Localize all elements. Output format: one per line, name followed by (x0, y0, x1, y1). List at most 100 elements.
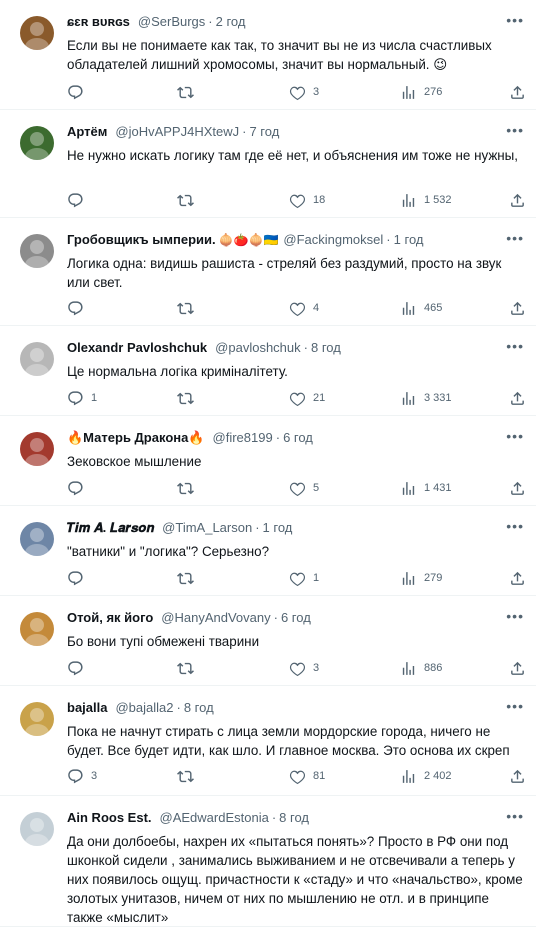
avatar[interactable] (20, 126, 54, 160)
heart-icon (289, 390, 306, 407)
user-handle[interactable]: @SerBurgs (138, 13, 205, 31)
like-button[interactable]: 5 (289, 480, 319, 497)
reply-button[interactable] (67, 480, 91, 497)
retweet-button[interactable] (177, 660, 201, 677)
tweet[interactable]: Отой, як його @HanyAndVovany · 6 год ••• Бо в… (0, 596, 536, 686)
user-handle[interactable]: @Fackingmoksel (283, 231, 383, 249)
more-icon[interactable]: ••• (506, 518, 524, 534)
reply-button[interactable] (67, 192, 91, 209)
timestamp[interactable]: 1 год (394, 231, 424, 249)
views-button[interactable]: 2 402 (400, 768, 452, 785)
like-button[interactable]: 21 (289, 390, 325, 407)
user-handle[interactable]: @TimA_Larson (162, 519, 252, 537)
timestamp[interactable]: 1 год (263, 519, 293, 537)
like-button[interactable]: 3 (289, 84, 319, 101)
display-name[interactable]: Артём (67, 123, 107, 141)
tweet[interactable]: 𝑻𝒊𝒎 𝑨. 𝑳𝒂𝒓𝒔𝒐𝒏 @TimA_Larson · 1 год ••• "ватни… (0, 506, 536, 596)
more-icon[interactable]: ••• (506, 122, 524, 138)
reply-button[interactable]: 3 (67, 768, 97, 785)
user-handle[interactable]: @AEdwardEstonia (160, 809, 269, 827)
display-name[interactable]: Отой, як його (67, 609, 153, 627)
retweet-button[interactable] (177, 192, 201, 209)
views-button[interactable]: 465 (400, 300, 442, 317)
tweet[interactable]: ɕɛʀ ʙᴜʀɢs @SerBurgs · 2 год ••• Если вы не по… (0, 0, 536, 110)
views-button[interactable]: 276 (400, 84, 442, 101)
more-icon[interactable]: ••• (506, 12, 524, 28)
more-icon[interactable]: ••• (506, 698, 524, 714)
retweet-button[interactable] (177, 300, 201, 317)
display-name[interactable]: Olexandr Pavloshchuk (67, 339, 207, 357)
retweet-button[interactable] (177, 768, 201, 785)
display-name[interactable]: 𝑻𝒊𝒎 𝑨. 𝑳𝒂𝒓𝒔𝒐𝒏 (67, 519, 154, 537)
share-icon (509, 660, 526, 677)
avatar[interactable] (20, 612, 54, 646)
retweet-button[interactable] (177, 570, 201, 587)
share-button[interactable] (509, 390, 526, 407)
user-handle[interactable]: @fire8199 (213, 429, 273, 447)
like-button[interactable]: 18 (289, 192, 325, 209)
tweet[interactable]: bajalla @bajalla2 · 8 год ••• Пока не начнут … (0, 686, 536, 796)
views-button[interactable]: 1 532 (400, 192, 452, 209)
reply-icon (67, 570, 84, 587)
tweet[interactable]: Артём @joHvAPPJ4HXtewJ · 7 год ••• Не нужно и… (0, 110, 536, 218)
tweet-text: Да они долбоебы, нахрен их «пытаться пон… (67, 834, 523, 925)
retweet-button[interactable] (177, 390, 201, 407)
retweet-button[interactable] (177, 480, 201, 497)
tweet[interactable]: Olexandr Pavloshchuk @pavloshchuk · 8 год ••… (0, 326, 536, 416)
avatar[interactable] (20, 234, 54, 268)
timestamp[interactable]: 7 год (249, 123, 279, 141)
retweet-icon (177, 84, 194, 101)
display-name[interactable]: ɕɛʀ ʙᴜʀɢs (67, 13, 130, 31)
retweet-button[interactable] (177, 84, 201, 101)
reply-button[interactable] (67, 300, 91, 317)
display-name[interactable]: 🔥Матерь Дракона🔥 (67, 429, 205, 447)
more-icon[interactable]: ••• (506, 230, 524, 246)
like-button[interactable]: 1 (289, 570, 319, 587)
like-button[interactable]: 4 (289, 300, 319, 317)
like-button[interactable]: 81 (289, 768, 325, 785)
timestamp[interactable]: 8 год (279, 809, 309, 827)
user-handle[interactable]: @joHvAPPJ4HXtewJ (115, 123, 239, 141)
avatar[interactable] (20, 16, 54, 50)
user-handle[interactable]: @bajalla2 (115, 699, 173, 717)
share-button[interactable] (509, 660, 526, 677)
share-button[interactable] (509, 768, 526, 785)
views-button[interactable]: 886 (400, 660, 442, 677)
more-icon[interactable]: ••• (506, 338, 524, 354)
avatar[interactable] (20, 522, 54, 556)
share-button[interactable] (509, 570, 526, 587)
views-button[interactable]: 1 431 (400, 480, 452, 497)
avatar[interactable] (20, 812, 54, 846)
tweet[interactable]: Гробовщикъ ымперии. 🧅🍅🧅🇺🇦 @Fackingmoksel · 1… (0, 218, 536, 326)
timestamp[interactable]: 2 год (216, 13, 246, 31)
share-button[interactable] (509, 300, 526, 317)
views-icon (400, 480, 417, 497)
timestamp[interactable]: 6 год (281, 609, 311, 627)
reply-button[interactable] (67, 570, 91, 587)
more-icon[interactable]: ••• (506, 608, 524, 624)
share-button[interactable] (509, 84, 526, 101)
user-handle[interactable]: @pavloshchuk (215, 339, 300, 357)
avatar[interactable] (20, 432, 54, 466)
timestamp[interactable]: 8 год (184, 699, 214, 717)
avatar[interactable] (20, 342, 54, 376)
like-button[interactable]: 3 (289, 660, 319, 677)
views-button[interactable]: 279 (400, 570, 442, 587)
more-icon[interactable]: ••• (506, 808, 524, 824)
views-button[interactable]: 3 331 (400, 390, 452, 407)
avatar[interactable] (20, 702, 54, 736)
display-name[interactable]: bajalla (67, 699, 107, 717)
more-icon[interactable]: ••• (506, 428, 524, 444)
display-name[interactable]: Гробовщикъ ымперии. (67, 231, 216, 249)
display-name[interactable]: Ain Roos Est. (67, 809, 152, 827)
timestamp[interactable]: 8 год (311, 339, 341, 357)
tweet[interactable]: 🔥Матерь Дракона🔥 @fire8199 · 6 год ••• Зековс… (0, 416, 536, 506)
reply-button[interactable]: 1 (67, 390, 97, 407)
share-button[interactable] (509, 480, 526, 497)
share-button[interactable] (509, 192, 526, 209)
timestamp[interactable]: 6 год (283, 429, 313, 447)
tweet[interactable]: Ain Roos Est. @AEdwardEstonia · 8 год ••• Да … (0, 796, 536, 927)
user-handle[interactable]: @HanyAndVovany (161, 609, 270, 627)
reply-button[interactable] (67, 84, 91, 101)
reply-button[interactable] (67, 660, 91, 677)
